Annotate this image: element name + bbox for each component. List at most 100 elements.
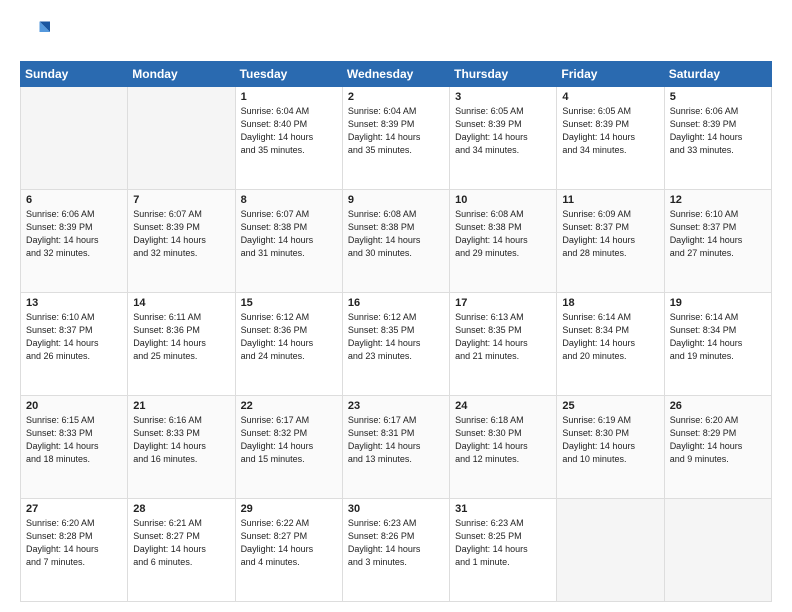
day-number: 22	[241, 400, 337, 412]
day-number: 27	[26, 503, 122, 515]
day-number: 10	[455, 194, 551, 206]
day-number: 9	[348, 194, 444, 206]
day-info: Sunrise: 6:15 AM Sunset: 8:33 PM Dayligh…	[26, 414, 122, 466]
day-cell	[664, 499, 771, 602]
day-cell: 31 Sunrise: 6:23 AM Sunset: 8:25 PM Dayli…	[450, 499, 557, 602]
day-number: 4	[562, 91, 658, 103]
col-header-thursday: Thursday	[450, 62, 557, 87]
day-cell: 29Sunrise: 6:22 AM Sunset: 8:27 PM Dayli…	[235, 499, 342, 602]
day-cell: 26 Sunrise: 6:20 AM Sunset: 8:29 PM Dayli…	[664, 396, 771, 499]
day-number: 14	[133, 297, 229, 309]
col-header-sunday: Sunday	[21, 62, 128, 87]
day-info: Sunrise: 6:17 AM Sunset: 8:32 PM Dayligh…	[241, 414, 337, 466]
day-info: Sunrise: 6:12 AM Sunset: 8:35 PM Dayligh…	[348, 311, 444, 363]
day-number: 11	[562, 194, 658, 206]
day-cell: 11 Sunrise: 6:09 AM Sunset: 8:37 PM Dayli…	[557, 190, 664, 293]
day-info: Sunrise: 6:21 AM Sunset: 8:27 PM Dayligh…	[133, 517, 229, 569]
day-number: 16	[348, 297, 444, 309]
col-header-monday: Monday	[128, 62, 235, 87]
day-info: Sunrise: 6:07 AM Sunset: 8:39 PM Dayligh…	[133, 208, 229, 260]
day-info: Sunrise: 6:14 AM Sunset: 8:34 PM Dayligh…	[562, 311, 658, 363]
day-number: 7	[133, 194, 229, 206]
day-info: Sunrise: 6:20 AM Sunset: 8:28 PM Dayligh…	[26, 517, 122, 569]
day-info: Sunrise: 6:19 AM Sunset: 8:30 PM Dayligh…	[562, 414, 658, 466]
day-number: 12	[670, 194, 766, 206]
day-cell: 1 Sunrise: 6:04 AM Sunset: 8:40 PM Daylig…	[235, 87, 342, 190]
col-header-saturday: Saturday	[664, 62, 771, 87]
col-header-wednesday: Wednesday	[342, 62, 449, 87]
week-row-1: 1 Sunrise: 6:04 AM Sunset: 8:40 PM Daylig…	[21, 87, 772, 190]
day-number: 19	[670, 297, 766, 309]
day-info: Sunrise: 6:17 AM Sunset: 8:31 PM Dayligh…	[348, 414, 444, 466]
calendar-table: SundayMondayTuesdayWednesdayThursdayFrid…	[20, 61, 772, 602]
logo-icon	[22, 18, 50, 46]
day-cell: 10 Sunrise: 6:08 AM Sunset: 8:38 PM Dayli…	[450, 190, 557, 293]
day-number: 18	[562, 297, 658, 309]
day-info: Sunrise: 6:08 AM Sunset: 8:38 PM Dayligh…	[455, 208, 551, 260]
day-cell: 6 Sunrise: 6:06 AM Sunset: 8:39 PM Daylig…	[21, 190, 128, 293]
day-number: 2	[348, 91, 444, 103]
day-info: Sunrise: 6:10 AM Sunset: 8:37 PM Dayligh…	[670, 208, 766, 260]
day-info: Sunrise: 6:07 AM Sunset: 8:38 PM Dayligh…	[241, 208, 337, 260]
day-cell: 9 Sunrise: 6:08 AM Sunset: 8:38 PM Daylig…	[342, 190, 449, 293]
day-cell: 20 Sunrise: 6:15 AM Sunset: 8:33 PM Dayli…	[21, 396, 128, 499]
day-info: Sunrise: 6:18 AM Sunset: 8:30 PM Dayligh…	[455, 414, 551, 466]
day-info: Sunrise: 6:08 AM Sunset: 8:38 PM Dayligh…	[348, 208, 444, 260]
day-number: 25	[562, 400, 658, 412]
day-cell: 21 Sunrise: 6:16 AM Sunset: 8:33 PM Dayli…	[128, 396, 235, 499]
day-cell: 28 Sunrise: 6:21 AM Sunset: 8:27 PM Dayli…	[128, 499, 235, 602]
day-number: 23	[348, 400, 444, 412]
day-info: Sunrise: 6:06 AM Sunset: 8:39 PM Dayligh…	[26, 208, 122, 260]
day-info: Sunrise: 6:04 AM Sunset: 8:39 PM Dayligh…	[348, 105, 444, 157]
header	[20, 18, 772, 51]
day-number: 8	[241, 194, 337, 206]
day-info: Sunrise: 6:11 AM Sunset: 8:36 PM Dayligh…	[133, 311, 229, 363]
day-cell: 12 Sunrise: 6:10 AM Sunset: 8:37 PM Dayli…	[664, 190, 771, 293]
day-number: 30	[348, 503, 444, 515]
day-number: 21	[133, 400, 229, 412]
day-number: 15	[241, 297, 337, 309]
day-cell: 2 Sunrise: 6:04 AM Sunset: 8:39 PM Daylig…	[342, 87, 449, 190]
week-row-4: 20 Sunrise: 6:15 AM Sunset: 8:33 PM Dayli…	[21, 396, 772, 499]
day-cell: 24Sunrise: 6:18 AM Sunset: 8:30 PM Dayli…	[450, 396, 557, 499]
day-info: Sunrise: 6:14 AM Sunset: 8:34 PM Dayligh…	[670, 311, 766, 363]
day-cell: 15Sunrise: 6:12 AM Sunset: 8:36 PM Dayli…	[235, 293, 342, 396]
day-number: 6	[26, 194, 122, 206]
day-number: 5	[670, 91, 766, 103]
week-row-3: 13Sunrise: 6:10 AM Sunset: 8:37 PM Dayli…	[21, 293, 772, 396]
week-row-2: 6 Sunrise: 6:06 AM Sunset: 8:39 PM Daylig…	[21, 190, 772, 293]
day-cell	[21, 87, 128, 190]
day-cell: 3 Sunrise: 6:05 AM Sunset: 8:39 PM Daylig…	[450, 87, 557, 190]
day-info: Sunrise: 6:20 AM Sunset: 8:29 PM Dayligh…	[670, 414, 766, 466]
day-cell: 14 Sunrise: 6:11 AM Sunset: 8:36 PM Dayli…	[128, 293, 235, 396]
day-cell: 13Sunrise: 6:10 AM Sunset: 8:37 PM Dayli…	[21, 293, 128, 396]
day-number: 28	[133, 503, 229, 515]
col-header-tuesday: Tuesday	[235, 62, 342, 87]
day-cell: 27 Sunrise: 6:20 AM Sunset: 8:28 PM Dayli…	[21, 499, 128, 602]
day-info: Sunrise: 6:16 AM Sunset: 8:33 PM Dayligh…	[133, 414, 229, 466]
col-header-friday: Friday	[557, 62, 664, 87]
day-cell: 5Sunrise: 6:06 AM Sunset: 8:39 PM Daylig…	[664, 87, 771, 190]
day-cell	[128, 87, 235, 190]
day-info: Sunrise: 6:05 AM Sunset: 8:39 PM Dayligh…	[455, 105, 551, 157]
day-cell: 23 Sunrise: 6:17 AM Sunset: 8:31 PM Dayli…	[342, 396, 449, 499]
day-number: 26	[670, 400, 766, 412]
week-row-5: 27 Sunrise: 6:20 AM Sunset: 8:28 PM Dayli…	[21, 499, 772, 602]
day-cell: 22 Sunrise: 6:17 AM Sunset: 8:32 PM Dayli…	[235, 396, 342, 499]
day-cell: 18 Sunrise: 6:14 AM Sunset: 8:34 PM Dayli…	[557, 293, 664, 396]
day-cell: 30 Sunrise: 6:23 AM Sunset: 8:26 PM Dayli…	[342, 499, 449, 602]
day-cell	[557, 499, 664, 602]
day-info: Sunrise: 6:04 AM Sunset: 8:40 PM Dayligh…	[241, 105, 337, 157]
day-number: 20	[26, 400, 122, 412]
day-info: Sunrise: 6:23 AM Sunset: 8:26 PM Dayligh…	[348, 517, 444, 569]
day-info: Sunrise: 6:13 AM Sunset: 8:35 PM Dayligh…	[455, 311, 551, 363]
logo	[20, 18, 50, 51]
day-info: Sunrise: 6:23 AM Sunset: 8:25 PM Dayligh…	[455, 517, 551, 569]
day-number: 3	[455, 91, 551, 103]
day-number: 29	[241, 503, 337, 515]
day-number: 31	[455, 503, 551, 515]
day-info: Sunrise: 6:09 AM Sunset: 8:37 PM Dayligh…	[562, 208, 658, 260]
day-cell: 19 Sunrise: 6:14 AM Sunset: 8:34 PM Dayli…	[664, 293, 771, 396]
day-number: 1	[241, 91, 337, 103]
day-number: 13	[26, 297, 122, 309]
